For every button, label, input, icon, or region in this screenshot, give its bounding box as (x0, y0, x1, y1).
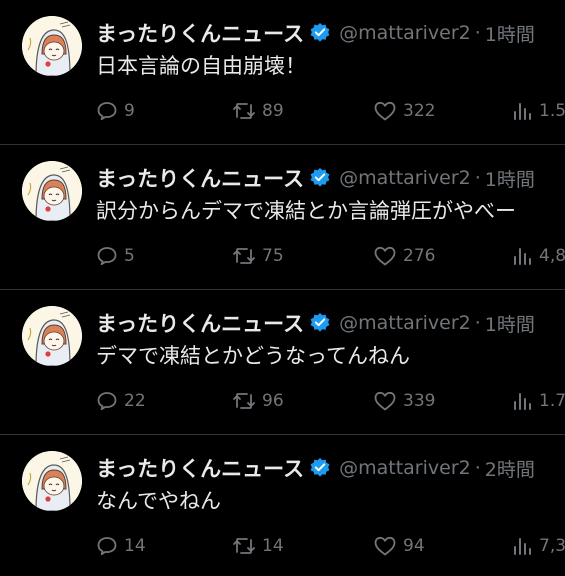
tweet-text: なんでやねん (96, 489, 221, 513)
separator-dot: · (474, 167, 481, 189)
display-name[interactable]: まったりくんニュース (96, 18, 304, 48)
verified-badge-icon (309, 167, 331, 189)
retweet-count: 14 (262, 536, 284, 556)
views-button[interactable]: 1.7 (510, 386, 565, 416)
verified-badge-icon (309, 457, 331, 479)
avatar[interactable] (22, 161, 82, 221)
reply-icon (97, 537, 117, 556)
like-count: 322 (403, 101, 436, 121)
tweet-actions: 9 89 322 1.5 (0, 96, 565, 126)
display-name[interactable]: まったりくんニュース (96, 453, 304, 483)
reply-icon (97, 392, 117, 411)
like-count: 339 (403, 391, 436, 411)
reply-icon (97, 102, 117, 121)
reply-button[interactable]: 5 (95, 241, 135, 271)
views-icon (514, 538, 531, 555)
retweet-count: 96 (262, 391, 284, 411)
views-button[interactable]: 1.5 (510, 96, 565, 126)
reply-count: 22 (124, 391, 146, 411)
retweet-icon (233, 248, 255, 264)
views-icon (514, 248, 531, 265)
retweet-button[interactable]: 75 (231, 241, 284, 271)
view-count: 4,8 (539, 246, 565, 266)
like-button[interactable]: 339 (372, 386, 435, 416)
reply-button[interactable]: 14 (95, 531, 146, 561)
timestamp[interactable]: 1時間 (485, 20, 535, 47)
tweet[interactable]: まったりくんニュース @mattariver2 · 1時間 日本言論の自由崩壊！… (0, 0, 565, 145)
timestamp[interactable]: 2時間 (485, 455, 535, 482)
timestamp[interactable]: 1時間 (485, 310, 535, 337)
tweet-text: デマで凍結とかどうなってんねん (96, 344, 410, 368)
retweet-count: 89 (262, 101, 284, 121)
tweet-actions: 14 14 94 7,3 (0, 531, 565, 561)
views-button[interactable]: 4,8 (510, 241, 565, 271)
retweet-button[interactable]: 96 (231, 386, 284, 416)
reply-count: 14 (124, 536, 146, 556)
avatar[interactable] (22, 451, 82, 511)
handle[interactable]: @mattariver2 (339, 22, 471, 44)
verified-badge-icon (309, 22, 331, 44)
heart-icon (374, 391, 396, 411)
avatar[interactable] (22, 306, 82, 366)
retweet-icon (233, 393, 255, 409)
reply-count: 5 (124, 246, 135, 266)
tweet-actions: 5 75 276 4,8 (0, 241, 565, 271)
view-count: 7,3 (539, 536, 565, 556)
views-button[interactable]: 7,3 (510, 531, 565, 561)
heart-icon (374, 536, 396, 556)
like-button[interactable]: 94 (372, 531, 425, 561)
separator-dot: · (474, 312, 481, 334)
like-count: 94 (403, 536, 425, 556)
like-button[interactable]: 322 (372, 96, 435, 126)
display-name[interactable]: まったりくんニュース (96, 163, 304, 193)
separator-dot: · (474, 22, 481, 44)
tweet[interactable]: まったりくんニュース @mattariver2 · 2時間 なんでやねん 14 … (0, 435, 565, 576)
views-icon (514, 103, 531, 120)
handle[interactable]: @mattariver2 (339, 312, 471, 334)
reply-icon (97, 247, 117, 266)
tweet[interactable]: まったりくんニュース @mattariver2 · 1時間 訳分からんデマで凍結… (0, 145, 565, 290)
like-count: 276 (403, 246, 436, 266)
heart-icon (374, 246, 396, 266)
reply-count: 9 (124, 101, 135, 121)
heart-icon (374, 101, 396, 121)
retweet-count: 75 (262, 246, 284, 266)
timestamp[interactable]: 1時間 (485, 165, 535, 192)
retweet-button[interactable]: 89 (231, 96, 284, 126)
view-count: 1.5 (539, 101, 565, 121)
verified-badge-icon (309, 312, 331, 334)
handle[interactable]: @mattariver2 (339, 167, 471, 189)
display-name[interactable]: まったりくんニュース (96, 308, 304, 338)
tweet-text: 日本言論の自由崩壊！ (96, 54, 306, 78)
avatar[interactable] (22, 16, 82, 76)
tweet-text: 訳分からんデマで凍結とか言論弾圧がやべー (96, 199, 516, 223)
retweet-icon (233, 103, 255, 119)
separator-dot: · (474, 457, 481, 479)
retweet-button[interactable]: 14 (231, 531, 284, 561)
handle[interactable]: @mattariver2 (339, 457, 471, 479)
timeline-feed: まったりくんニュース @mattariver2 · 1時間 日本言論の自由崩壊！… (0, 0, 565, 576)
tweet-actions: 22 96 339 1.7 (0, 386, 565, 416)
retweet-icon (233, 538, 255, 554)
view-count: 1.7 (539, 391, 565, 411)
reply-button[interactable]: 22 (95, 386, 146, 416)
reply-button[interactable]: 9 (95, 96, 135, 126)
like-button[interactable]: 276 (372, 241, 435, 271)
views-icon (514, 393, 531, 410)
tweet[interactable]: まったりくんニュース @mattariver2 · 1時間 デマで凍結とかどうな… (0, 290, 565, 435)
